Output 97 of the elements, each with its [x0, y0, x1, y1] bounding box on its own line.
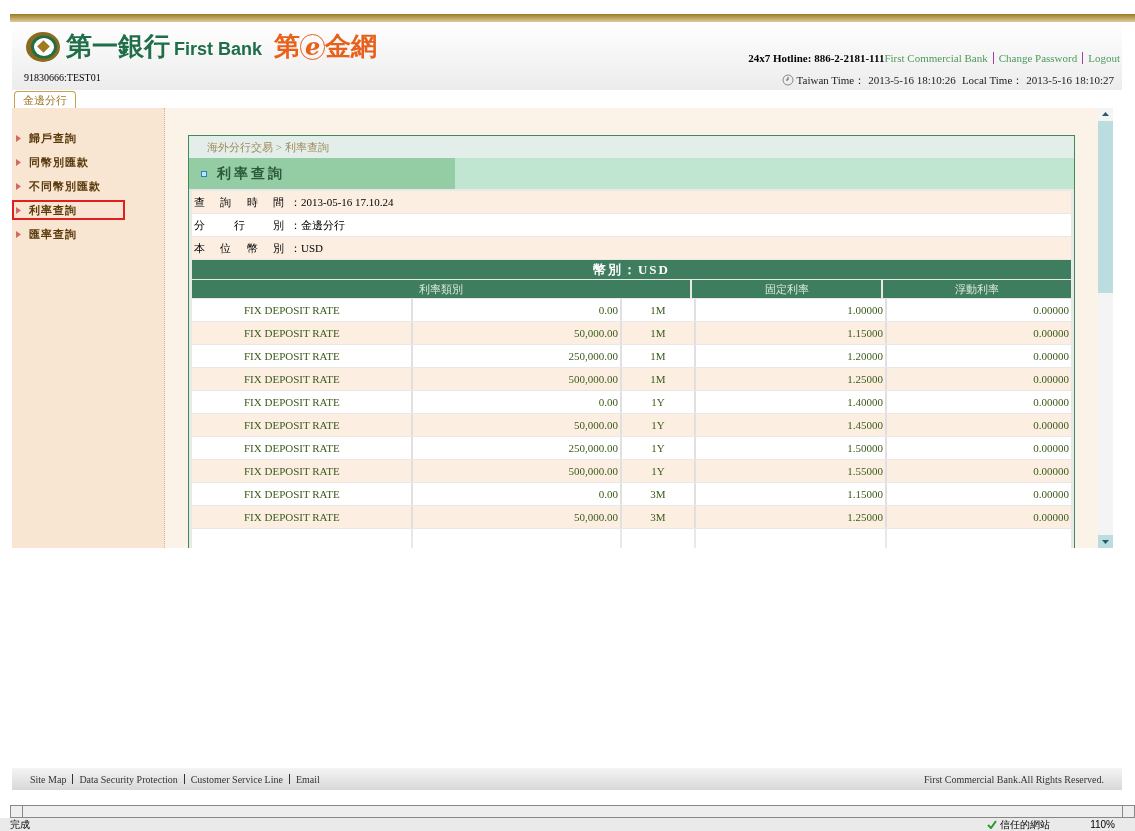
sidebar-item[interactable]: 匯率查詢 — [12, 224, 125, 244]
status-text: 完成 — [10, 818, 30, 831]
table-cell: 0.00000 — [887, 460, 1071, 482]
table-cell: 1M — [622, 322, 694, 344]
taiwan-time: 2013-5-16 18:10:26 — [868, 72, 956, 88]
breadcrumb: 海外分行交易 > 利率查詢 — [189, 136, 1074, 158]
table-cell: FIX DEPOSIT RATE — [192, 437, 411, 459]
table-cell: 3M — [622, 506, 694, 528]
info-value: ：USD — [290, 240, 323, 256]
table-cell: FIX DEPOSIT RATE — [192, 483, 411, 505]
arrow-icon — [16, 206, 21, 214]
info-value: ：金邊分行 — [290, 217, 345, 233]
zoom-level[interactable]: 110% — [1090, 817, 1115, 831]
table-cell: 0.00 — [413, 299, 620, 321]
table-cell: 0.00000 — [887, 345, 1071, 367]
table-cell: 0.00000 — [887, 299, 1071, 321]
table-cell: FIX DEPOSIT RATE — [192, 391, 411, 413]
table-cell: 0.00000 — [887, 483, 1071, 505]
table-cell: 500,000.00 — [413, 368, 620, 390]
table-cell — [622, 529, 694, 548]
footer-link[interactable]: Email — [295, 771, 320, 787]
table-cell: 0.00000 — [887, 506, 1071, 528]
copyright: First Commercial Bank.All Rights Reserved. — [924, 772, 1104, 787]
table-cell: 3M — [622, 483, 694, 505]
square-icon — [201, 170, 207, 177]
table-cell: 0.00000 — [887, 391, 1071, 413]
currency-heading: 幣別：USD — [192, 260, 1071, 279]
table-cell: 1.50000 — [696, 437, 885, 459]
table-cell: FIX DEPOSIT RATE — [192, 299, 411, 321]
table-cell: 0.00000 — [887, 414, 1071, 436]
table-cell: 0.00000 — [887, 437, 1071, 459]
table-cell: FIX DEPOSIT RATE — [192, 345, 411, 367]
security-zone: 信任的網站 — [1000, 818, 1051, 831]
table-cell: 1.55000 — [696, 460, 885, 482]
table-cell: 0.00 — [413, 391, 620, 413]
table-cell: 1.25000 — [696, 368, 885, 390]
table-cell: 1.25000 — [696, 506, 885, 528]
info-value: ：2013-05-16 17.10.24 — [290, 194, 394, 210]
table-cell: 1.00000 — [696, 299, 885, 321]
footer-link[interactable]: Customer Service Line — [190, 771, 283, 787]
info-label: 分 行 別 — [194, 217, 285, 233]
table-cell: 50,000.00 — [413, 414, 620, 436]
table-cell: 1.15000 — [696, 483, 885, 505]
table-cell: FIX DEPOSIT RATE — [192, 460, 411, 482]
info-label: 本 位 幣 別 — [194, 240, 285, 256]
service-logo: 第 e 金網 — [274, 34, 378, 60]
table-cell: 1.45000 — [696, 414, 885, 436]
column-header: 固定利率 — [692, 280, 881, 298]
footer-link[interactable]: Data Security Protection — [79, 771, 178, 787]
table-cell: 0.00000 — [887, 368, 1071, 390]
branch-tab[interactable]: 金邊分行 — [14, 91, 76, 108]
arrow-icon — [16, 230, 21, 238]
scrollbar-thumb[interactable] — [1098, 121, 1113, 293]
footer-link[interactable]: Site Map — [30, 771, 67, 787]
sidebar-item[interactable]: 利率查詢 — [12, 200, 125, 220]
table-cell: 1Y — [622, 391, 694, 413]
table-cell: 1Y — [622, 460, 694, 482]
scroll-down-icon[interactable] — [1098, 535, 1113, 548]
table-cell: FIX DEPOSIT RATE — [192, 506, 411, 528]
sidebar-item[interactable]: 歸戶查詢 — [12, 128, 125, 148]
arrow-icon — [16, 158, 21, 166]
page-title: 利率查詢 — [217, 165, 285, 183]
local-time-label: Local Time： — [961, 72, 1024, 88]
taiwan-time-label: Taiwan Time： — [796, 72, 866, 88]
table-cell: 250,000.00 — [413, 437, 620, 459]
table-cell: 1M — [622, 368, 694, 390]
local-time: 2013-5-16 18:10:27 — [1026, 72, 1114, 88]
table-cell: 0.00000 — [887, 322, 1071, 344]
info-label: 查 詢 時 間 — [194, 194, 285, 210]
table-cell: 1Y — [622, 437, 694, 459]
column-header: 浮動利率 — [883, 280, 1071, 298]
sidebar-item[interactable]: 同幣別匯款 — [12, 152, 125, 172]
bank-english-name: First Bank — [174, 40, 263, 58]
table-cell: 1.40000 — [696, 391, 885, 413]
column-header: 利率類別 — [192, 280, 690, 298]
user-id: 91830666:TEST01 — [24, 71, 102, 85]
clock-icon — [781, 73, 794, 86]
table-cell: 50,000.00 — [413, 322, 620, 344]
table-cell: 50,000.00 — [413, 506, 620, 528]
table-cell: 1M — [622, 345, 694, 367]
arrow-icon — [16, 182, 21, 190]
table-cell: 1Y — [622, 414, 694, 436]
table-cell: 1.15000 — [696, 322, 885, 344]
table-cell: 0.00 — [413, 483, 620, 505]
table-cell: 250,000.00 — [413, 345, 620, 367]
bank-name: 第一銀行 — [66, 34, 170, 60]
table-cell: FIX DEPOSIT RATE — [192, 414, 411, 436]
table-cell: 1M — [622, 299, 694, 321]
table-cell: 1.20000 — [696, 345, 885, 367]
check-icon — [987, 820, 998, 829]
bank-logo-icon — [24, 30, 62, 64]
hotline: 24x7 Hotline: 886-2-2181-111 — [748, 51, 885, 66]
arrow-icon — [16, 134, 21, 142]
sidebar-item[interactable]: 不同幣別匯款 — [12, 176, 125, 196]
table-cell: FIX DEPOSIT RATE — [192, 368, 411, 390]
table-cell: FIX DEPOSIT RATE — [192, 322, 411, 344]
table-cell: 500,000.00 — [413, 460, 620, 482]
